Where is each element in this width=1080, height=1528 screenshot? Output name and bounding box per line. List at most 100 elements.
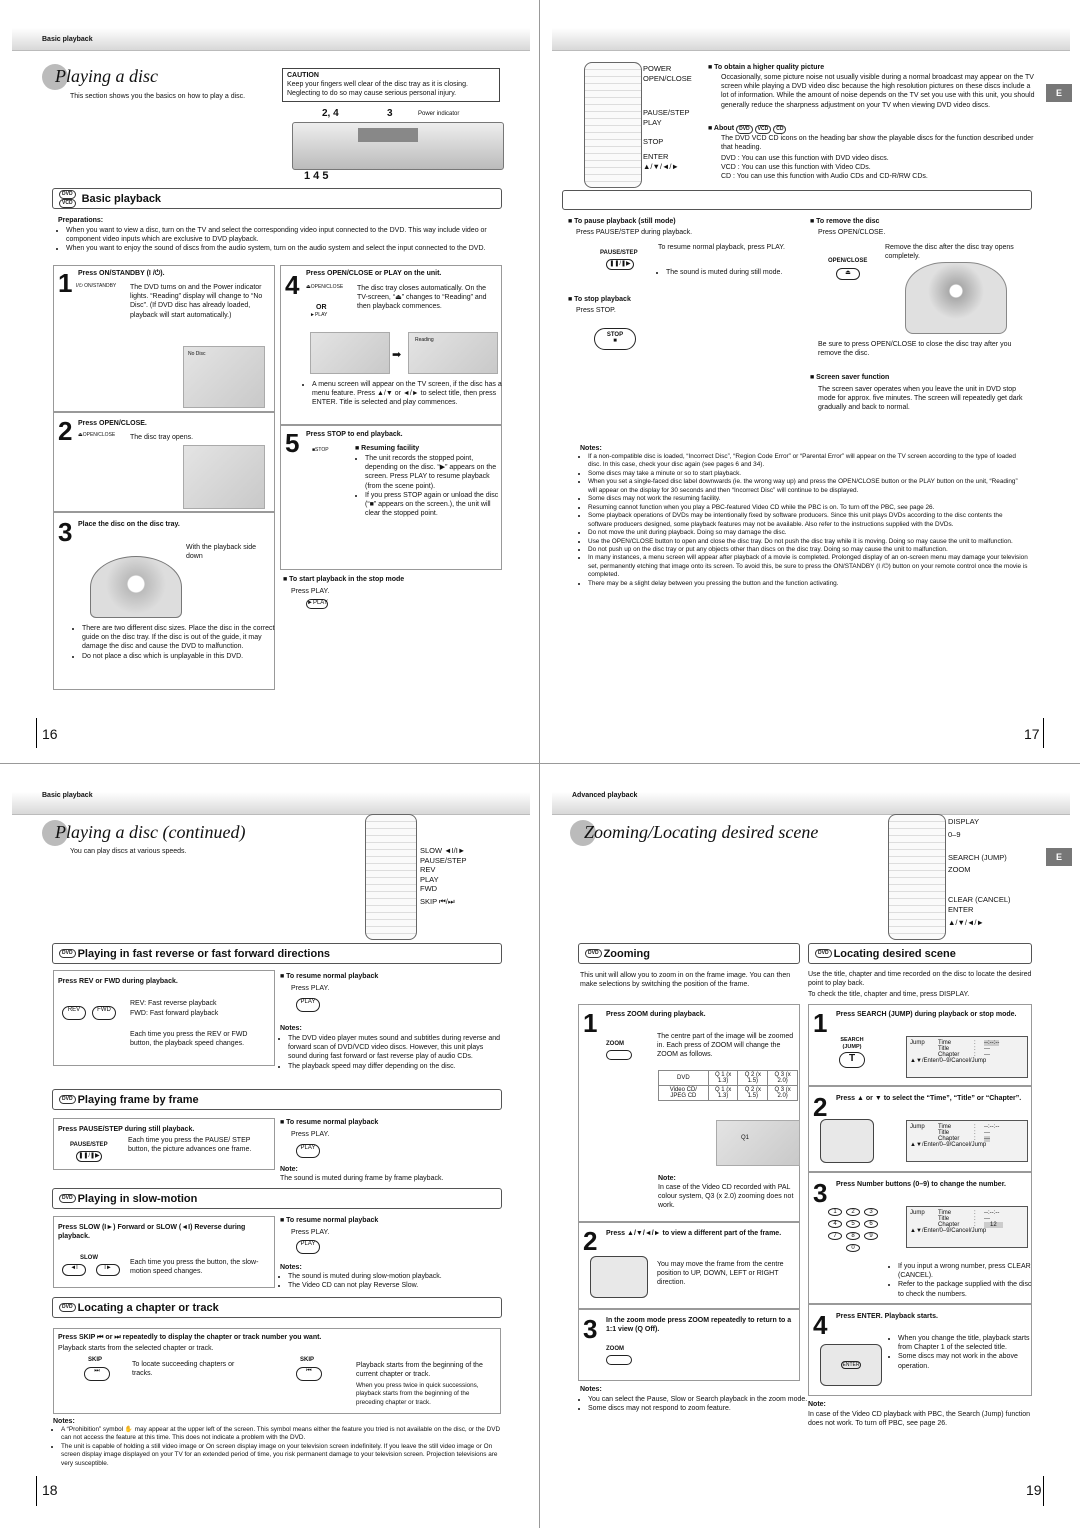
- arrow-pad-icon: [820, 1119, 874, 1163]
- remote-control-illustration: [365, 814, 417, 940]
- notes-list: A “Prohibition” symbol ✋ may appear at t…: [53, 1426, 509, 1468]
- list-item: Refer to the package supplied with the d…: [898, 1280, 1038, 1298]
- step-number: 2: [583, 1226, 598, 1256]
- list-item: When you set a single-faced disc label d…: [588, 478, 1028, 495]
- play-button[interactable]: PLAY: [296, 998, 320, 1012]
- page-rule: [36, 718, 37, 748]
- locate-intro-2: To check the title, chapter and time, pr…: [808, 991, 970, 998]
- skip-next-button[interactable]: ⏭: [84, 1367, 110, 1381]
- remote-label-play: PLAY: [420, 874, 439, 884]
- remote-label-stop: STOP: [643, 137, 664, 146]
- language-tab: E: [1046, 84, 1072, 102]
- pause-step-button[interactable]: ❚❚/❚▶: [606, 259, 634, 270]
- list-item: The unit is capable of holding a still v…: [61, 1443, 509, 1468]
- slow-reverse-button[interactable]: ◄I: [62, 1264, 86, 1276]
- arrow-right-icon: ➡: [392, 349, 402, 361]
- disc-type-badges: DVD VCD: [59, 189, 78, 208]
- arrow-pad-icon: [590, 1256, 648, 1298]
- stop-text: Press STOP.: [576, 307, 616, 314]
- dvd-badge: DVD: [59, 189, 76, 199]
- play-button[interactable]: PLAY: [296, 1144, 320, 1158]
- section-fast-reverse-forward: DVD Playing in fast reverse or fast forwa…: [52, 943, 502, 964]
- remote-label-search: SEARCH (JUMP): [948, 853, 1007, 862]
- remove-desc: Remove the disc after the disc tray open…: [885, 244, 1014, 261]
- jump-help: ▲▼/Enter/0–9/Cancel/Jump: [910, 1142, 987, 1148]
- number-button[interactable]: 9: [864, 1232, 878, 1240]
- step-4-bullets: A menu screen will appear on the TV scre…: [304, 380, 502, 408]
- step-text: The DVD turns on and the Power indicator…: [130, 284, 263, 319]
- note-title: Note:: [658, 1175, 676, 1182]
- step-title: Press ▲ or ▼ to select the “Time”, “Titl…: [836, 1095, 1022, 1102]
- play-button[interactable]: PLAY: [296, 1240, 320, 1254]
- page-title: Playing a disc: [55, 66, 158, 86]
- remote-label-rev: REV: [420, 865, 436, 874]
- play-button[interactable]: ►PLAY: [306, 599, 328, 609]
- remote-label-skip: SKIP ⏮/⏭: [420, 896, 455, 906]
- about-title: ■ About DVD VCD CD: [708, 124, 788, 134]
- number-button[interactable]: 4: [828, 1220, 842, 1228]
- zoom-button[interactable]: [606, 1050, 632, 1060]
- cell: Q 2 (x 1.5): [737, 1070, 769, 1086]
- search-jump-button[interactable]: T: [839, 1052, 865, 1068]
- resume-text: Press PLAY.: [291, 1131, 330, 1138]
- page-number: 18: [42, 1482, 58, 1498]
- stop-button[interactable]: STOP ■: [594, 328, 636, 350]
- number-buttons: 123 456 789 0: [828, 1208, 898, 1252]
- section-zooming: DVD Zooming: [578, 943, 800, 964]
- number-button[interactable]: 0: [846, 1244, 860, 1252]
- step-title: Place the disc on the disc tray.: [78, 521, 180, 528]
- list-item: Some playback operations of DVDs may be …: [588, 512, 1028, 529]
- open-close-button[interactable]: ⏏: [836, 268, 860, 280]
- notes-title: Notes:: [280, 1025, 302, 1032]
- rev-button[interactable]: REV: [62, 1006, 86, 1020]
- pause-step-label: PAUSE/STEP: [70, 1142, 108, 1148]
- section-slow-motion: DVD Playing in slow-motion: [52, 1188, 502, 1209]
- number-button[interactable]: 5: [846, 1220, 860, 1228]
- open-close-button: ⏏OPEN/CLOSE: [78, 432, 116, 438]
- cell: Q 1 (x 1.3): [707, 1070, 739, 1086]
- step-title: Press Number buttons (0–9) to change the…: [836, 1181, 1006, 1188]
- list-item: The playback speed may differ depending …: [288, 1062, 503, 1071]
- list-item: The DVD video player mutes sound and sub…: [288, 1034, 503, 1062]
- stop-button-label: STOP: [606, 332, 624, 338]
- step-title: Press PAUSE/STEP during still playback.: [58, 1126, 195, 1133]
- skip-previous-button[interactable]: ⏮: [296, 1367, 322, 1381]
- step-number: 2: [813, 1092, 828, 1122]
- resume-title: ■ To resume normal playback: [280, 1217, 379, 1224]
- power-indicator-label: Power indicator: [418, 111, 460, 117]
- page-title: Playing a disc (continued): [55, 822, 246, 842]
- preparations-title: Preparations:: [58, 217, 104, 224]
- list-item: VCD : You can use this function with Vid…: [721, 164, 871, 172]
- section-title: Locating a chapter or track: [77, 1301, 219, 1314]
- number-button[interactable]: 7: [828, 1232, 842, 1240]
- number-button[interactable]: 2: [846, 1208, 860, 1216]
- zoom-button[interactable]: [606, 1355, 632, 1365]
- remote-control-illustration: [584, 62, 642, 188]
- middle-divider: [0, 763, 1080, 764]
- zoom-label: ZOOM: [606, 1346, 624, 1352]
- pause-step-button[interactable]: ❚❚/❚▶: [76, 1151, 102, 1162]
- header-label: Basic playback: [42, 36, 93, 43]
- screen-text: Q1: [741, 1135, 750, 1141]
- resuming-facility-title: ■ Resuming facility: [355, 445, 420, 452]
- step-title: Press ▲/▼/◄/► to view a different part o…: [606, 1230, 782, 1237]
- page-rule: [1043, 718, 1044, 748]
- cell: Q 3 (x 2.0): [767, 1085, 798, 1101]
- slow-forward-button[interactable]: I►: [96, 1264, 120, 1276]
- note-title: Note:: [280, 1166, 298, 1173]
- fwd-button[interactable]: FWD: [92, 1006, 116, 1020]
- number-button[interactable]: 1: [828, 1208, 842, 1216]
- section-locating-chapter: DVD Locating a chapter or track: [52, 1297, 502, 1318]
- note-text: In case of the Video CD recorded with PA…: [658, 1184, 794, 1210]
- enter-button[interactable]: ENTER: [841, 1361, 861, 1369]
- number-button[interactable]: 3: [864, 1208, 878, 1216]
- header-label: Basic playback: [42, 792, 93, 799]
- remote-label-zoom: ZOOM: [948, 865, 971, 874]
- remote-labels: DISPLAY 0–9 SEARCH (JUMP) ZOOM CLEAR (CA…: [948, 817, 1011, 928]
- step-text: The centre part of the image will be zoo…: [657, 1033, 794, 1059]
- number-button[interactable]: 8: [846, 1232, 860, 1240]
- caution-box: CAUTION Keep your fingers well clear of …: [282, 68, 500, 102]
- number-button[interactable]: 6: [864, 1220, 878, 1228]
- section-title: Zooming: [603, 947, 650, 960]
- jump-chapter-field[interactable]: 12: [984, 1222, 1003, 1228]
